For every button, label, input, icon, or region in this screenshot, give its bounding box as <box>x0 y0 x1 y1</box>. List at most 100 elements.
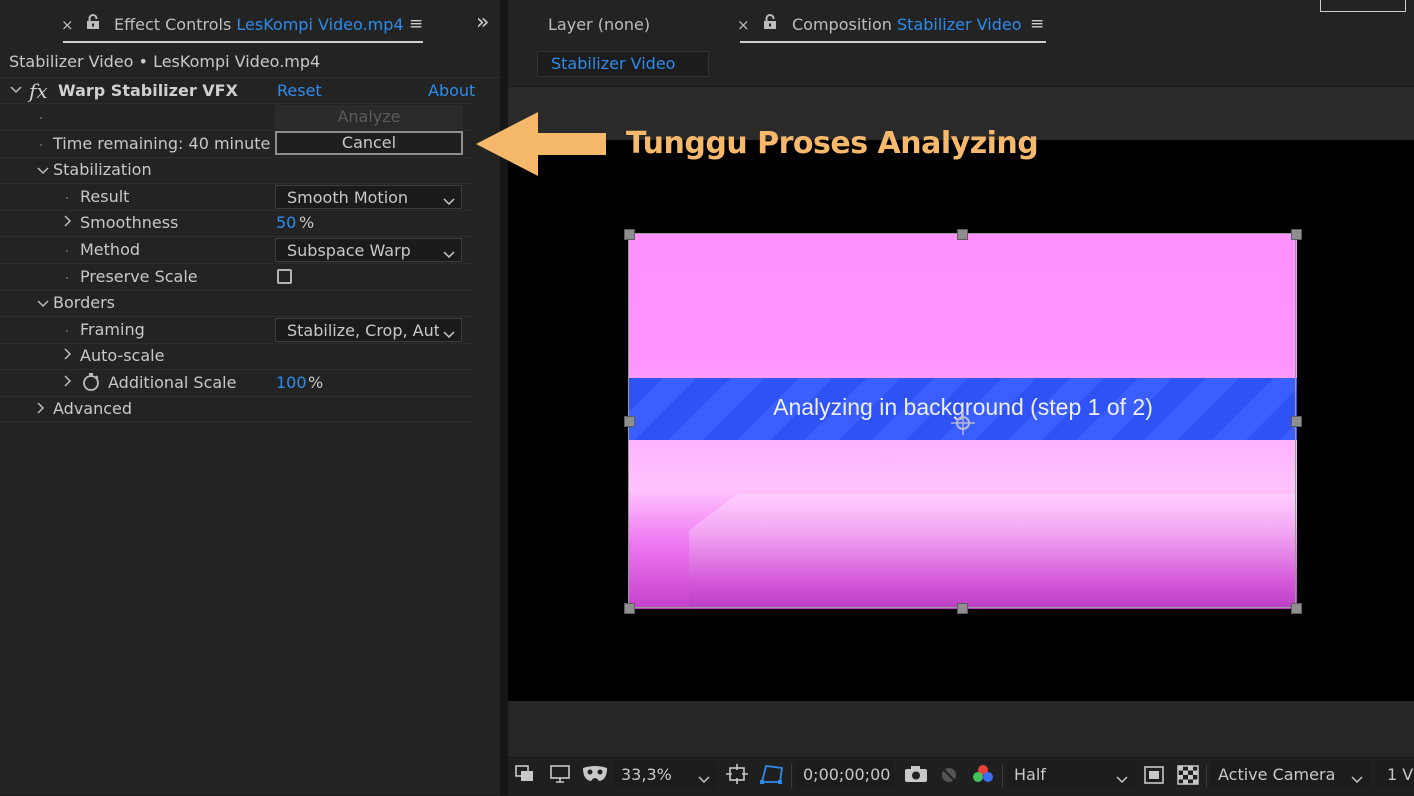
divider <box>0 421 472 422</box>
tree-dot <box>66 277 68 279</box>
transform-handle[interactable] <box>957 603 968 614</box>
timecode-value: 0;00;00;00 <box>803 765 891 784</box>
chevron-right-icon[interactable] <box>63 215 73 231</box>
panel-menu-icon[interactable]: ≡ <box>409 14 423 34</box>
additional-scale-label: Additional Scale <box>108 373 237 392</box>
comp-breadcrumb-label: Stabilizer Video <box>551 54 676 73</box>
smoothness-label: Smoothness <box>80 213 179 232</box>
preview-icon[interactable] <box>515 765 535 787</box>
auto-scale-label: Auto-scale <box>80 346 165 365</box>
tree-dot <box>66 197 68 199</box>
method-value: Subspace Warp <box>287 241 411 260</box>
close-tab-icon[interactable]: × <box>737 16 750 34</box>
layer-tab[interactable]: Layer (none) <box>548 15 650 34</box>
divider <box>0 316 472 317</box>
chevron-down-icon <box>698 770 710 789</box>
camera-snapshot-icon[interactable] <box>904 765 928 787</box>
method-label: Method <box>80 240 141 259</box>
arrow-left-icon <box>476 112 606 180</box>
camera-dropdown[interactable]: Active Camera <box>1210 761 1370 789</box>
borders-group[interactable]: Borders <box>53 293 115 312</box>
chevron-down-icon <box>443 325 455 344</box>
tab-prefix: Effect Controls <box>114 15 232 34</box>
chevron-down-icon <box>443 192 455 211</box>
panel-menu-icon[interactable]: ≡ <box>1030 14 1044 34</box>
tree-dot <box>66 330 68 332</box>
chevron-down-icon <box>1116 770 1128 789</box>
expand-panels-icon[interactable]: » <box>476 10 489 35</box>
preserve-scale-checkbox[interactable] <box>277 269 292 284</box>
smoothness-unit: % <box>299 213 315 232</box>
divider <box>0 157 472 158</box>
workspace-button[interactable] <box>1320 0 1406 12</box>
chevron-down-icon[interactable] <box>10 84 22 99</box>
region-of-interest-icon[interactable] <box>1144 766 1164 788</box>
chevron-down-icon[interactable] <box>37 165 49 180</box>
stopwatch-icon[interactable] <box>81 372 101 396</box>
zoom-dropdown[interactable]: 33,3% <box>614 761 716 789</box>
divider <box>0 236 472 237</box>
mask-icon[interactable] <box>582 765 608 787</box>
transform-handle[interactable] <box>624 603 635 614</box>
advanced-group[interactable]: Advanced <box>53 399 132 418</box>
zoom-value: 33,3% <box>621 765 672 784</box>
transform-handle[interactable] <box>957 229 968 240</box>
channels-icon[interactable] <box>972 764 994 788</box>
framing-label: Framing <box>80 320 145 339</box>
transform-handle[interactable] <box>624 229 635 240</box>
divider <box>0 343 472 344</box>
chevron-right-icon[interactable] <box>63 348 73 364</box>
views-value: 1 V <box>1387 765 1414 784</box>
additional-scale-unit: % <box>308 373 324 392</box>
additional-scale-value[interactable]: 100 <box>276 373 307 392</box>
divider <box>0 210 472 211</box>
anchor-point-icon[interactable] <box>950 410 976 440</box>
safe-margins-icon[interactable] <box>726 764 748 788</box>
timecode-field[interactable]: 0;00;00;00 <box>796 761 894 789</box>
divider <box>0 290 472 291</box>
resolution-value: Half <box>1014 765 1046 784</box>
preserve-scale-label: Preserve Scale <box>80 267 198 286</box>
transform-handle[interactable] <box>1291 229 1302 240</box>
resolution-dropdown[interactable]: Half <box>1006 761 1136 789</box>
divider <box>0 369 472 370</box>
views-dropdown[interactable]: 1 V <box>1376 761 1414 789</box>
time-remaining-label: Time remaining: 40 minute <box>53 134 271 153</box>
stabilization-group[interactable]: Stabilization <box>53 160 152 179</box>
tree-dot <box>40 117 42 119</box>
close-tab-icon[interactable]: × <box>61 16 74 34</box>
show-snapshot-icon[interactable] <box>938 764 960 788</box>
monitor-icon[interactable] <box>550 765 570 787</box>
divider <box>0 263 472 264</box>
annotation-text: Tunggu Proses Analyzing <box>626 126 1039 161</box>
reset-link[interactable]: Reset <box>277 81 322 100</box>
lock-icon[interactable] <box>763 14 777 30</box>
chevron-down-icon[interactable] <box>37 298 49 313</box>
result-dropdown[interactable]: Smooth Motion <box>275 185 462 209</box>
transform-handle[interactable] <box>1291 603 1302 614</box>
mask-path-icon[interactable] <box>759 763 785 789</box>
composition-tab[interactable]: Composition Stabilizer Video <box>792 15 1021 34</box>
smoothness-value[interactable]: 50 <box>276 213 296 232</box>
transform-handle[interactable] <box>1291 416 1302 427</box>
divider <box>1002 764 1003 788</box>
cancel-button[interactable]: Cancel <box>275 131 463 155</box>
chevron-down-icon <box>443 245 455 264</box>
comp-breadcrumb[interactable]: Stabilizer Video <box>537 51 709 77</box>
lock-icon[interactable] <box>86 14 100 30</box>
fx-icon[interactable]: fx <box>29 79 48 103</box>
tab-prefix: Composition <box>792 15 892 34</box>
result-label: Result <box>80 187 130 206</box>
transform-handle[interactable] <box>624 416 635 427</box>
layer-path: Stabilizer Video • LesKompi Video.mp4 <box>9 52 321 71</box>
effect-controls-tab[interactable]: Effect Controls LesKompi Video.mp4 <box>114 15 404 34</box>
about-link[interactable]: About <box>428 81 475 100</box>
chevron-right-icon[interactable] <box>63 375 73 391</box>
method-dropdown[interactable]: Subspace Warp <box>275 238 462 262</box>
framing-dropdown[interactable]: Stabilize, Crop, Auto-scale <box>275 318 462 342</box>
chevron-right-icon[interactable] <box>36 402 46 418</box>
analyze-button[interactable]: Analyze <box>275 105 463 129</box>
active-tab-underline <box>63 41 423 43</box>
tree-dot <box>40 144 42 146</box>
transparency-grid-icon[interactable] <box>1177 765 1199 789</box>
